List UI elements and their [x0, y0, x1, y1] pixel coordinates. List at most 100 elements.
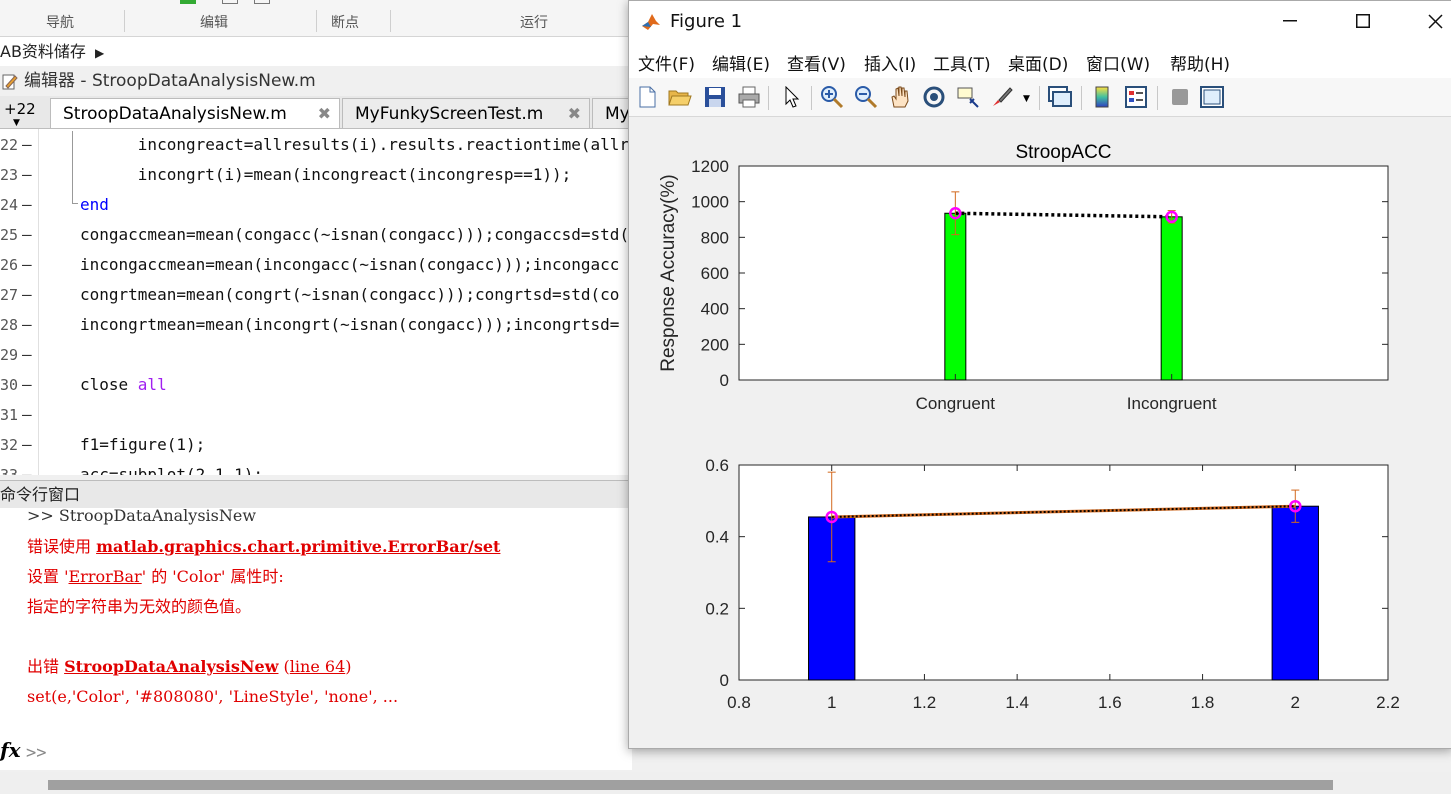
command-prompt[interactable]: >> [26, 743, 46, 763]
zoom-in-icon[interactable] [819, 84, 845, 110]
toolbar-divider [768, 86, 769, 110]
caret-down-icon[interactable]: ▼ [1023, 94, 1030, 104]
breakpoint-gutter[interactable]: — [22, 370, 32, 400]
tab-overflow-badge[interactable]: +22 [4, 100, 36, 118]
code-line[interactable]: 33 — acc=subplot(2,1,1); [0, 460, 640, 475]
breakpoint-gutter[interactable]: — [22, 340, 32, 370]
command-window[interactable]: >> StroopDataAnalysisNew 错误使用 matlab.gra… [22, 506, 632, 770]
line-number[interactable]: 31 [0, 400, 18, 430]
bar[interactable] [1160, 216, 1183, 381]
line-number[interactable]: 33 [0, 460, 18, 475]
code-line[interactable]: 32— f1=figure(1); [0, 430, 640, 460]
breakpoint-gutter[interactable]: — [22, 160, 32, 190]
figure-canvas[interactable]: 0 200 400 600 800 1000 1200 Congruent Incongruen… [629, 117, 1451, 748]
code-line[interactable]: 28— incongrtmean=mean(incongrt(~isnan(con… [0, 310, 640, 340]
code-line[interactable]: 29— [0, 340, 640, 370]
toolstrip-section-breakpoints[interactable]: 断点 [331, 12, 359, 32]
brush-icon[interactable] [989, 84, 1015, 110]
fx-icon[interactable]: fx [0, 738, 21, 762]
maximize-icon[interactable] [1349, 7, 1377, 35]
menu-insert[interactable]: 插入(I) [864, 50, 916, 75]
hide-tools-icon[interactable] [1167, 84, 1193, 110]
print-icon[interactable] [736, 84, 762, 110]
error-function-link[interactable]: matlab.graphics.chart.primitive.ErrorBar… [96, 537, 500, 556]
toolstrip-section-run[interactable]: 运行 [520, 12, 548, 32]
code-line[interactable]: 26— incongaccmean=mean(incongacc(~isnan(c… [0, 250, 640, 280]
line-number[interactable]: 25 [0, 220, 18, 250]
code-line[interactable]: 25— congaccmean=mean(congacc(~isnan(conga… [0, 220, 640, 250]
tab-my-funky-screen-test[interactable]: MyFunkyScreenTest.m ✖ [342, 98, 590, 128]
close-icon[interactable] [1421, 7, 1449, 35]
code-editor[interactable]: 22— incongreact=allresults(i).results.re… [0, 129, 640, 475]
code-line[interactable]: 31— [0, 400, 640, 430]
scrollbar-thumb[interactable] [48, 780, 1333, 790]
line-number[interactable]: 22 [0, 130, 18, 160]
breakpoint-gutter[interactable]: — [22, 190, 32, 220]
breakpoint-gutter[interactable]: — [22, 310, 32, 340]
show-tools-icon[interactable] [1199, 84, 1225, 110]
horizontal-scrollbar[interactable] [0, 772, 1451, 794]
legend-icon[interactable] [1123, 84, 1149, 110]
colorbar-icon[interactable] [1089, 84, 1115, 110]
figure-plots[interactable]: 0 200 400 600 800 1000 1200 Congruent Incongruen… [629, 117, 1451, 748]
code-text: f1=figure(1); [80, 435, 206, 454]
breakpoint-gutter[interactable]: — [22, 130, 32, 160]
bar[interactable] [944, 212, 967, 381]
save-icon[interactable] [702, 84, 728, 110]
breakpoint-gutter[interactable]: — [22, 280, 32, 310]
plot-area[interactable] [738, 165, 1389, 381]
rotate-3d-icon[interactable] [921, 84, 947, 110]
code-line[interactable]: 30— close all [0, 370, 640, 400]
line-number[interactable]: 28 [0, 310, 18, 340]
close-tab-icon[interactable]: ✖ [318, 99, 331, 129]
line-number[interactable]: 29 [0, 340, 18, 370]
code-text: incongrt(i)=mean(incongreact(incongresp=… [80, 165, 572, 184]
current-folder-path[interactable]: AB资料储存 [0, 42, 86, 61]
pointer-icon[interactable] [779, 84, 805, 110]
breakpoint-gutter[interactable]: — [22, 250, 32, 280]
current-folder-bar[interactable]: AB资料储存 ▶ [0, 37, 640, 66]
code-line[interactable]: 27— congrtmean=mean(congrt(~isnan(congacc… [0, 280, 640, 310]
menu-desktop[interactable]: 桌面(D) [1008, 50, 1068, 75]
line-number[interactable]: 27 [0, 280, 18, 310]
toolstrip-divider [124, 10, 125, 32]
line-number[interactable]: 30 [0, 370, 18, 400]
code-line[interactable]: 23— incongrt(i)=mean(incongreact(incongr… [0, 160, 640, 190]
line-number[interactable]: 26 [0, 250, 18, 280]
caret-down-icon[interactable]: ▼ [13, 118, 20, 128]
minimize-icon[interactable] [1276, 7, 1304, 35]
errorbar-doc-link[interactable]: ErrorBar [69, 567, 142, 586]
close-tab-icon[interactable]: ✖ [568, 99, 581, 129]
breakpoint-gutter[interactable]: — [22, 400, 32, 430]
x-tick-label: 1.8 [1191, 693, 1215, 712]
data-cursor-icon[interactable] [955, 84, 981, 110]
bar[interactable] [1271, 505, 1319, 681]
open-file-icon[interactable] [667, 84, 693, 110]
line-number[interactable]: 32 [0, 430, 18, 460]
tab-stroop-data-analysis[interactable]: StroopDataAnalysisNew.m ✖ [50, 98, 340, 128]
zoom-out-icon[interactable] [853, 84, 879, 110]
menu-help[interactable]: 帮助(H) [1170, 50, 1230, 75]
toolstrip-section-navigate[interactable]: 导航 [46, 12, 74, 32]
line-number[interactable]: 23 [0, 160, 18, 190]
menu-tools[interactable]: 工具(T) [933, 50, 991, 75]
code-line[interactable]: 24— end [0, 190, 640, 220]
line-number[interactable]: 24 [0, 190, 18, 220]
breakpoint-gutter[interactable]: — [22, 220, 32, 250]
breakpoint-gutter[interactable]: — [22, 430, 32, 460]
pan-hand-icon[interactable] [887, 84, 913, 110]
menu-file[interactable]: 文件(F) [638, 50, 695, 75]
menu-window[interactable]: 窗口(W) [1086, 50, 1150, 75]
script-link[interactable]: StroopDataAnalysisNew [64, 657, 278, 676]
toolstrip-section-edit[interactable]: 编辑 [200, 12, 228, 32]
link-plot-icon[interactable] [1047, 84, 1073, 110]
chevron-right-icon[interactable]: ▶ [95, 46, 104, 60]
code-line[interactable]: 22— incongreact=allresults(i).results.re… [0, 130, 640, 160]
menu-view[interactable]: 查看(V) [787, 50, 846, 75]
line-number-link[interactable]: line 64 [290, 657, 345, 676]
code-text: incongreact=allresults(i).results.reacti… [80, 135, 639, 154]
menu-edit[interactable]: 编辑(E) [712, 50, 770, 75]
x-tick-label: 1.4 [1005, 693, 1029, 712]
new-figure-icon[interactable] [634, 84, 660, 110]
breakpoint-gutter[interactable]: — [22, 460, 32, 475]
